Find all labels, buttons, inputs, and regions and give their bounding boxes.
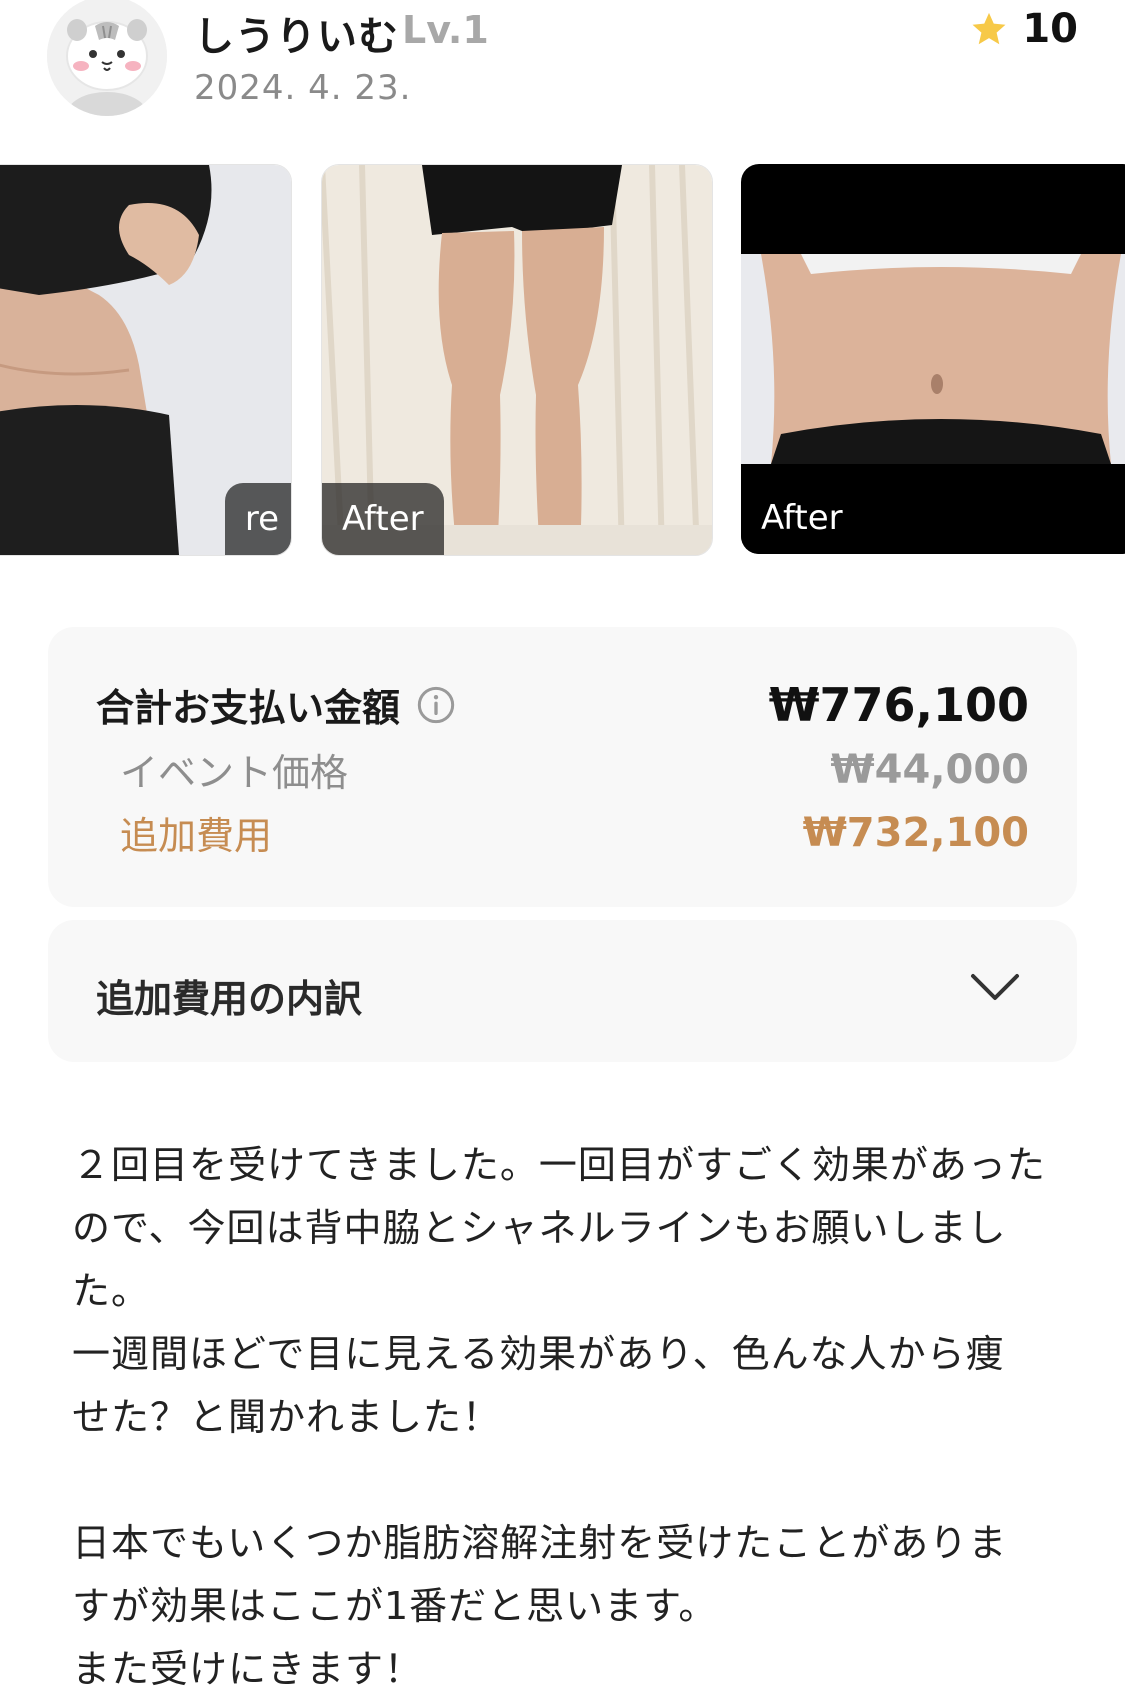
- extra-fee-value: ₩732,100: [802, 809, 1029, 856]
- review-body: ２回目を受けてきました。一回目がすごく効果があった ので、今回は背中脇とシャネル…: [72, 1134, 1062, 1701]
- username[interactable]: しうりいむ: [194, 4, 399, 62]
- rating: 10: [970, 6, 1078, 52]
- user-level: Lv.1: [402, 8, 489, 52]
- review-header: しうりいむ Lv.1 2024. 4. 23. 10: [0, 0, 1125, 140]
- extra-fee-row: 追加費用 ₩732,100: [96, 805, 1029, 860]
- photo-tag: re: [224, 483, 291, 555]
- review-line: せた？と聞かれました！: [72, 1395, 502, 1439]
- user-avatar[interactable]: [47, 0, 167, 116]
- review-date: 2024. 4. 23.: [194, 68, 412, 108]
- review-line: た。: [72, 1269, 151, 1313]
- extra-fee-breakdown-toggle[interactable]: 追加費用の内訳: [48, 920, 1077, 1062]
- hamster-avatar-icon: [47, 0, 167, 116]
- chevron-down-icon: [971, 974, 1019, 1000]
- photo-tag: After: [741, 482, 863, 554]
- event-price-value: ₩44,000: [830, 746, 1029, 793]
- rating-value: 10: [1022, 6, 1078, 52]
- review-line: ので、今回は背中脇とシャネルラインもお願いしまし: [72, 1206, 1007, 1250]
- photo-carousel[interactable]: re After After: [0, 164, 1125, 556]
- review-line: 日本でもいくつか脂肪溶解注射を受けたことがありま: [72, 1521, 1008, 1565]
- total-payment-value: ₩776,100: [768, 677, 1029, 732]
- payment-summary-card: 合計お支払い金額 ₩776,100 イベント価格 ₩44,000 追加費用 ₩7…: [48, 627, 1077, 907]
- star-icon: [972, 12, 1006, 45]
- review-photo-after-abdomen[interactable]: After: [741, 164, 1125, 554]
- review-line: すが効果はここが1番だと思います。: [72, 1584, 718, 1628]
- review-line: 一週間ほどで目に見える効果があり、色んな人から痩: [72, 1332, 1005, 1376]
- review-photo-after-legs[interactable]: After: [321, 164, 713, 556]
- event-price-label: イベント価格: [120, 751, 349, 795]
- info-icon[interactable]: [416, 685, 456, 725]
- extra-fee-label: 追加費用: [120, 814, 273, 858]
- review-photo-before[interactable]: re: [0, 164, 292, 556]
- total-payment-row: 合計お支払い金額 ₩776,100: [96, 677, 1029, 732]
- review-line: ２回目を受けてきました。一回目がすごく効果があった: [72, 1143, 1046, 1187]
- event-price-row: イベント価格 ₩44,000: [96, 742, 1029, 797]
- total-payment-label-wrap: 合計お支払い金額: [96, 677, 456, 732]
- total-payment-label: 合計お支払い金額: [96, 686, 401, 730]
- review-line: また受けにきます！: [72, 1647, 424, 1691]
- breakdown-label: 追加費用の内訳: [96, 977, 363, 1021]
- photo-tag: After: [322, 483, 444, 555]
